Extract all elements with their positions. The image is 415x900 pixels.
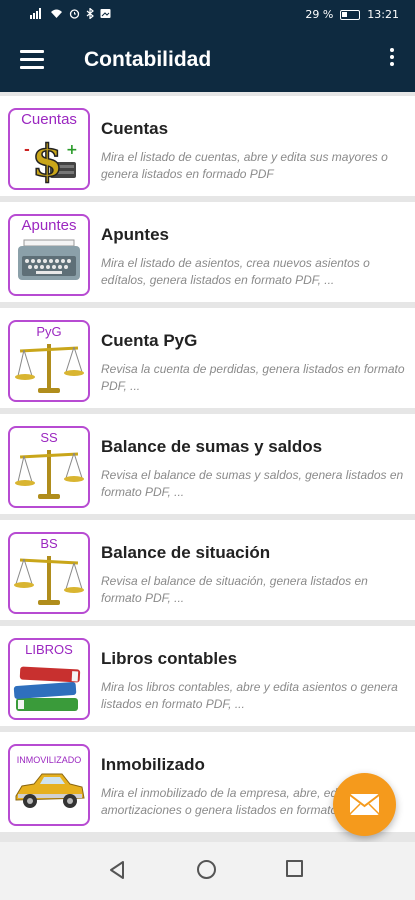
scale-icon — [14, 556, 84, 605]
battery-icon — [340, 9, 361, 20]
list-item-balance-sumas-saldos[interactable]: SS Balance de sumas y saldos Revisa el b… — [0, 414, 415, 514]
list-item-apuntes[interactable]: Apuntes Apuntes Mira el listado de asien… — [0, 202, 415, 302]
item-description: Mira el listado de cuentas, abre y edita… — [101, 150, 388, 181]
status-icons-right: 29 % 13:21 — [305, 8, 399, 21]
svg-text:$: $ — [32, 136, 63, 187]
hamburger-menu-icon[interactable] — [20, 50, 44, 70]
signal-icon — [30, 8, 41, 19]
home-icon[interactable] — [197, 860, 216, 879]
list-item-cuentas[interactable]: Cuentas $ + - Cuentas Mira el listado de… — [0, 96, 415, 196]
cuentas-thumbnail: Cuentas $ + - — [8, 108, 90, 190]
item-description: Mira los libros contables, abre y edita … — [101, 680, 398, 711]
module-list: Cuentas $ + - Cuentas Mira el listado de… — [0, 96, 415, 838]
app-bar: Contabilidad — [0, 30, 415, 92]
status-time: 13:21 — [367, 8, 399, 21]
bluetooth-icon — [86, 8, 94, 19]
list-item-balance-situacion[interactable]: BS Balance de situación Revisa el balanc… — [0, 520, 415, 620]
libros-thumbnail: LIBROS — [8, 638, 90, 720]
item-description: Revisa el balance de situación, genera l… — [101, 574, 368, 605]
item-title: Cuenta PyG — [101, 331, 198, 350]
wifi-icon — [51, 9, 62, 18]
apuntes-thumbnail: Apuntes — [8, 214, 90, 296]
image-icon — [100, 9, 111, 18]
item-title: Balance de situación — [101, 543, 271, 562]
list-item-cuenta-pyg[interactable]: PyG Cuenta PyG Revisa la cuenta de perdi… — [0, 308, 415, 408]
svg-text:-: - — [24, 142, 30, 158]
status-icons-left — [30, 8, 111, 19]
item-title: Cuentas — [101, 119, 169, 138]
books-icon — [13, 666, 81, 711]
item-description: Revisa la cuenta de perdidas, genera lis… — [101, 362, 405, 393]
item-title: Libros contables — [101, 649, 238, 668]
pyg-thumbnail: PyG — [8, 320, 90, 402]
item-title: Inmobilizado — [101, 755, 205, 774]
item-description: Mira el listado de asientos, crea nuevos… — [101, 256, 370, 287]
inmovilizado-thumbnail: INMOVILIZADO — [8, 744, 90, 826]
bs-thumbnail: BS — [8, 532, 90, 614]
status-bar: 29 % 13:21 — [0, 0, 415, 30]
typewriter-icon — [18, 239, 80, 280]
more-vert-icon[interactable] — [387, 48, 397, 72]
system-nav-bar — [0, 842, 415, 900]
item-title: Balance de sumas y saldos — [101, 437, 323, 456]
battery-percent: 29 % — [305, 8, 334, 21]
dollar-cash-icon: $ + - — [24, 135, 78, 188]
scale-icon — [15, 450, 84, 499]
list-item-libros-contables[interactable]: LIBROS Libros contables Mira los libros … — [0, 626, 415, 726]
item-description: Revisa el balance de sumas y saldos, gen… — [101, 468, 404, 499]
alarm-icon — [69, 9, 80, 19]
page-title: Contabilidad — [84, 48, 212, 71]
car-icon — [15, 773, 85, 808]
back-icon[interactable] — [108, 860, 126, 880]
item-title: Apuntes — [101, 225, 169, 244]
recent-apps-icon[interactable] — [286, 860, 303, 877]
ss-thumbnail: SS — [8, 426, 90, 508]
mail-fab-button[interactable] — [333, 773, 396, 836]
mail-icon — [349, 794, 380, 815]
scale-icon — [15, 344, 84, 393]
svg-text:+: + — [66, 142, 78, 158]
